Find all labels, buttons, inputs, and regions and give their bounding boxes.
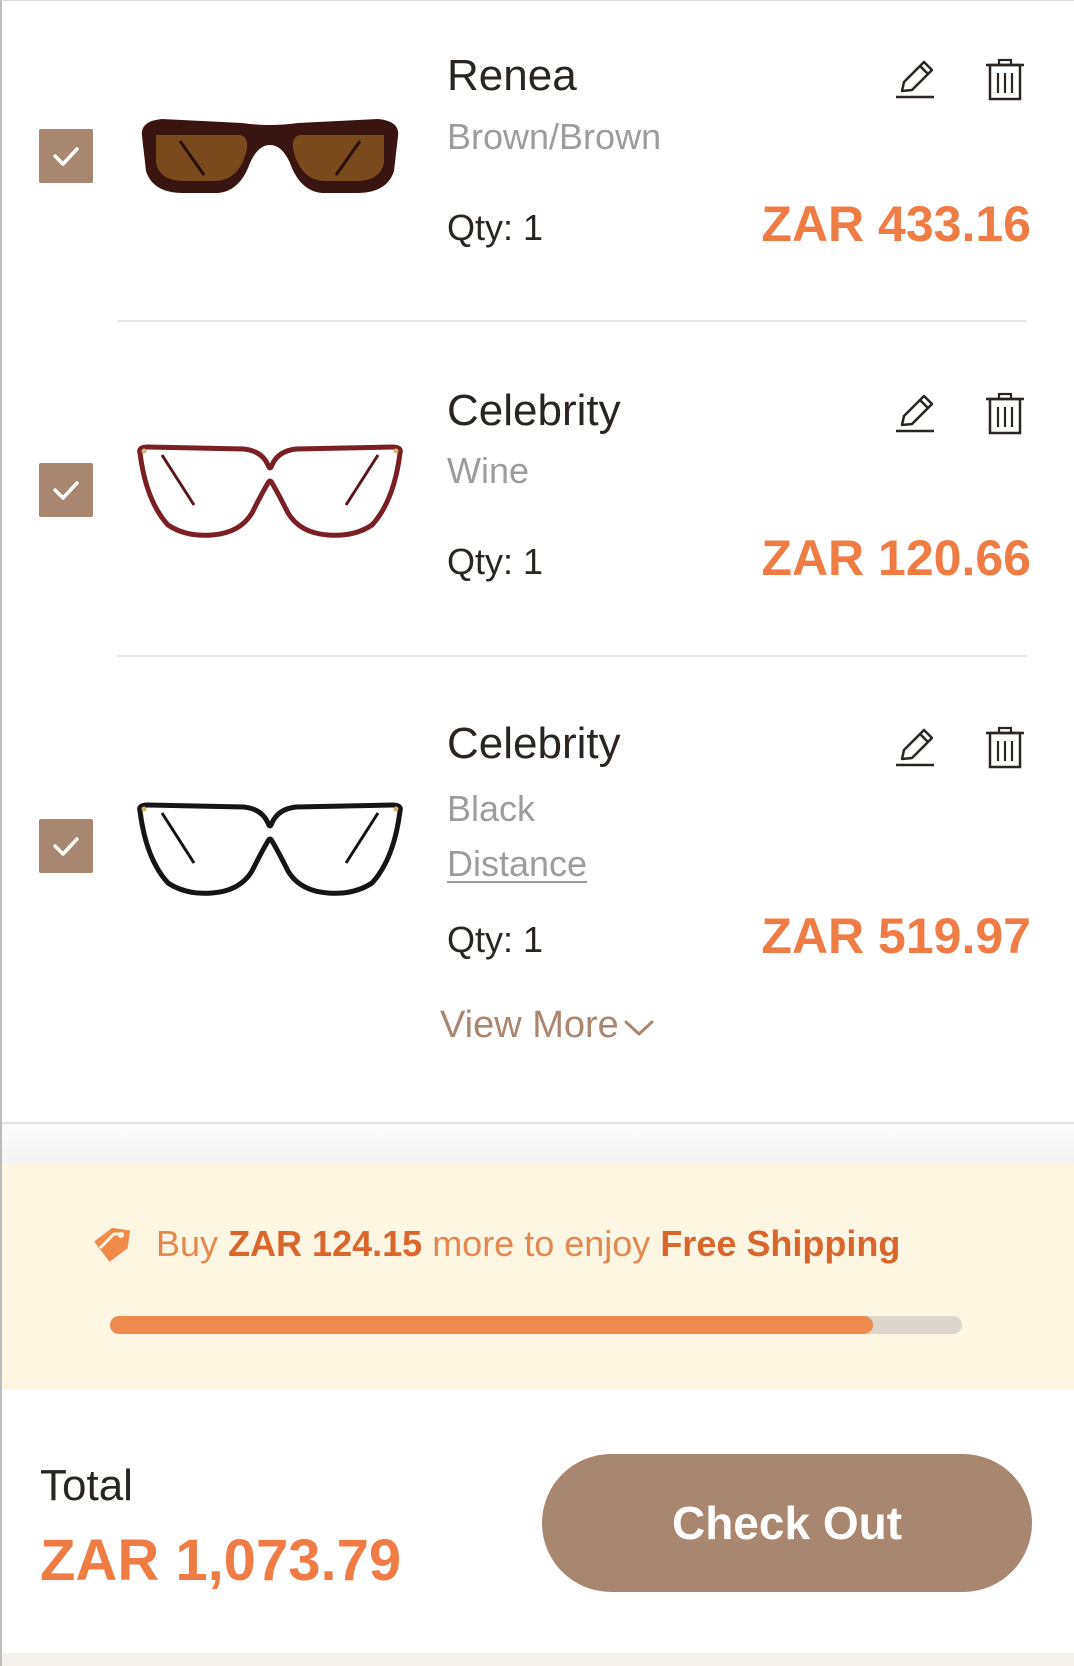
trash-icon[interactable] xyxy=(982,391,1028,437)
free-shipping-message: Buy ZAR 124.15 more to enjoy Free Shippi… xyxy=(90,1222,900,1266)
total-value: ZAR 1,073.79 xyxy=(40,1528,402,1593)
cart-panel: Renea Brown/Brown Qty: 1 ZAR 433.16 Cele… xyxy=(0,0,1074,1666)
checkmark-icon xyxy=(53,481,79,500)
product-color: Brown/Brown xyxy=(447,116,662,157)
product-name[interactable]: Celebrity xyxy=(447,386,621,436)
product-price: ZAR 120.66 xyxy=(761,530,1031,586)
product-price: ZAR 519.97 xyxy=(761,908,1031,964)
shipping-amount: ZAR 124.15 xyxy=(228,1223,423,1264)
product-quantity: Qty: 1 xyxy=(447,919,544,960)
chevron-down-icon xyxy=(624,1020,654,1035)
product-name[interactable]: Renea xyxy=(447,51,577,101)
checkmark-icon xyxy=(53,837,79,856)
edit-icon[interactable] xyxy=(892,57,938,103)
product-thumbnail[interactable] xyxy=(132,431,408,551)
view-more-button[interactable]: View More xyxy=(440,1004,655,1047)
edit-icon[interactable] xyxy=(892,391,938,437)
product-thumbnail[interactable] xyxy=(132,789,408,909)
item-checkbox[interactable] xyxy=(39,463,93,517)
item-divider xyxy=(117,320,1027,322)
shipping-highlight: Free Shipping xyxy=(660,1223,901,1264)
edit-icon[interactable] xyxy=(892,725,938,771)
total-label: Total xyxy=(40,1461,133,1510)
lens-type-link[interactable]: Distance xyxy=(447,843,587,885)
item-checkbox[interactable] xyxy=(39,129,93,183)
product-thumbnail[interactable] xyxy=(132,101,408,221)
shipping-middle: more to enjoy xyxy=(432,1223,651,1264)
item-checkbox[interactable] xyxy=(39,819,93,873)
trash-icon[interactable] xyxy=(982,57,1028,103)
product-quantity: Qty: 1 xyxy=(447,541,544,582)
shipping-progress-fill xyxy=(110,1316,874,1334)
product-color: Wine xyxy=(447,450,530,491)
product-name[interactable]: Celebrity xyxy=(447,719,621,769)
product-quantity: Qty: 1 xyxy=(447,207,544,248)
trash-icon[interactable] xyxy=(982,725,1028,771)
view-more-label: View More xyxy=(440,1004,619,1046)
free-shipping-banner: Buy ZAR 124.15 more to enjoy Free Shippi… xyxy=(2,1164,1074,1390)
item-divider xyxy=(117,655,1027,657)
product-price: ZAR 433.16 xyxy=(761,196,1031,252)
shipping-prefix: Buy xyxy=(156,1223,219,1264)
bottom-edge xyxy=(2,1653,1074,1666)
checkout-button[interactable]: Check Out xyxy=(542,1454,1032,1592)
shipping-progress-bar xyxy=(110,1316,962,1334)
checkmark-icon xyxy=(53,147,79,166)
section-shadow xyxy=(2,1124,1074,1164)
product-color: Black xyxy=(447,788,536,829)
tag-icon xyxy=(94,1227,131,1262)
